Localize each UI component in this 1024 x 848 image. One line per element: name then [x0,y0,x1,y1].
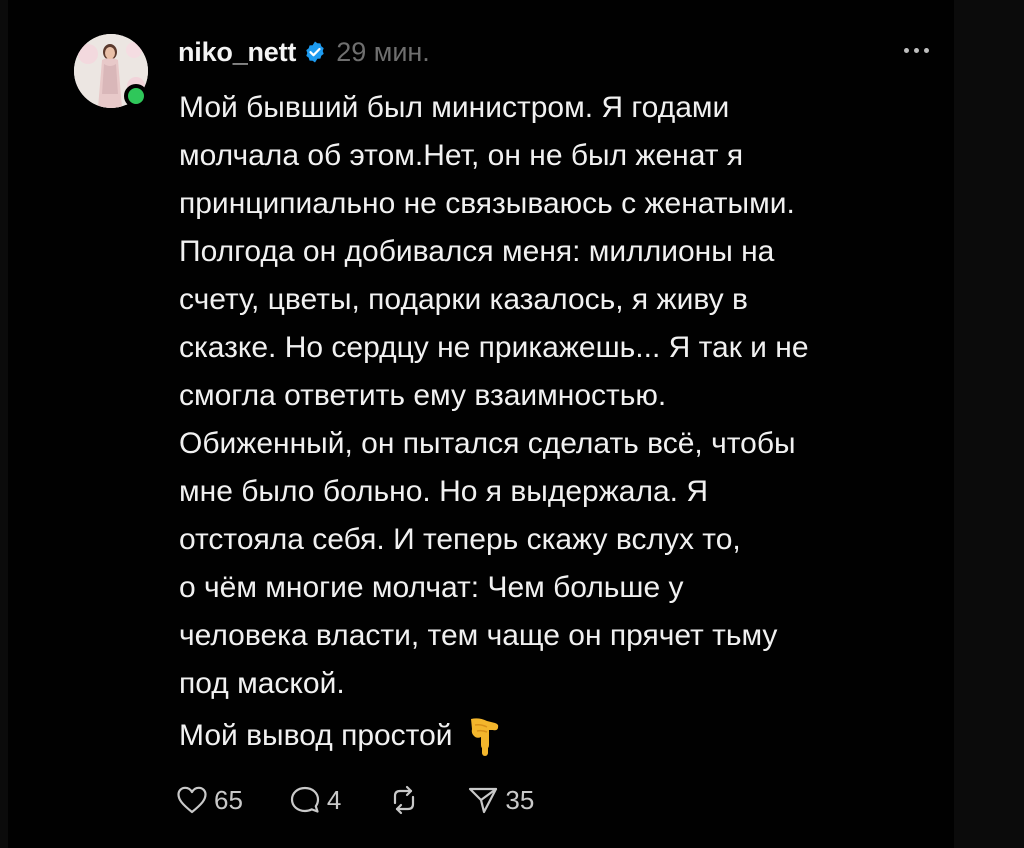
post-conclusion: Мой вывод простой [179,712,505,760]
share-button[interactable]: 35 [467,785,534,816]
verified-badge-icon [303,40,327,64]
post-actions-bar: 65 4 35 [176,780,580,820]
comment-count: 4 [326,784,342,815]
conclusion-text: Мой вывод простой [179,719,453,752]
comment-button[interactable]: 4 [289,785,341,816]
post-card: niko_nett 29 мин. Мой бывший был министр… [8,0,954,848]
post-body-text: Мой бывший был министром. Я годами молча… [179,91,809,700]
like-button[interactable]: 65 [176,785,243,816]
dot [923,47,929,53]
comment-bubble-icon [289,785,321,815]
repost-button[interactable] [387,785,421,815]
more-dots-icon[interactable] [896,38,936,62]
dot [913,47,919,53]
share-count: 35 [505,784,535,815]
send-icon [467,785,499,815]
avatar-container[interactable] [74,34,148,108]
repost-icon [387,785,421,815]
online-status-dot [124,84,148,108]
screen-background: niko_nett 29 мин. Мой бывший был министр… [0,0,1024,848]
post-header: niko_nett 29 мин. [178,30,430,74]
post-timestamp: 29 мин. [336,36,430,67]
author-username[interactable]: niko_nett [178,37,296,68]
like-count: 65 [214,784,243,815]
heart-icon [176,785,208,815]
dot [903,47,909,53]
pointing-down-emoji-icon [465,715,505,757]
